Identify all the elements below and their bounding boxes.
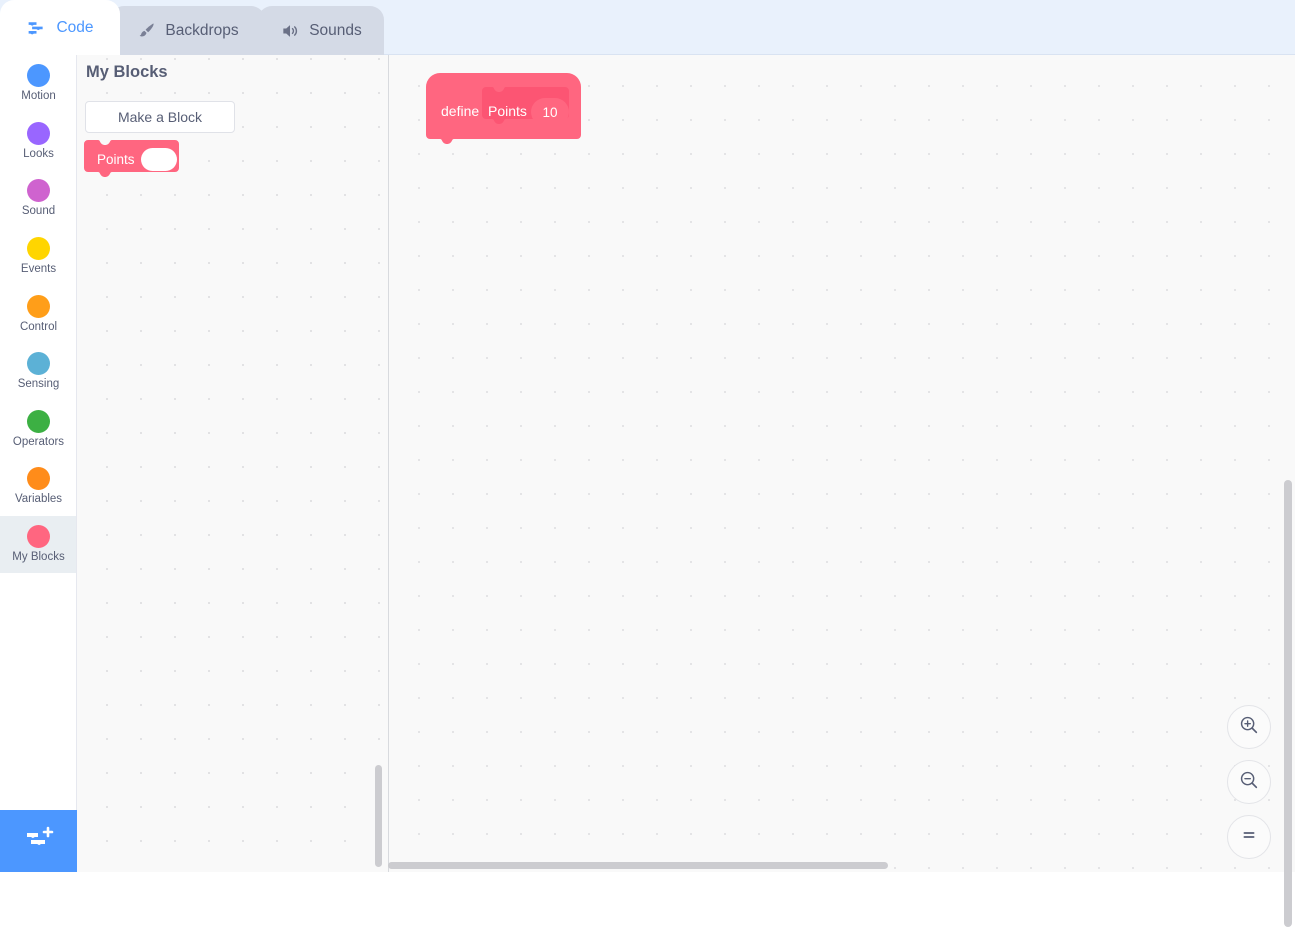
zoom-in-button[interactable] xyxy=(1227,705,1271,749)
zoom-reset-icon xyxy=(1238,824,1260,851)
workspace-horizontal-scrollbar[interactable] xyxy=(388,862,888,869)
procedure-name-label: Points xyxy=(488,103,527,119)
code-blocks-icon xyxy=(26,17,47,38)
tab-backdrops-label: Backdrops xyxy=(165,22,238,40)
zoom-reset-button[interactable] xyxy=(1227,815,1271,859)
tab-code-label: Code xyxy=(56,19,93,37)
speaker-icon xyxy=(280,21,300,41)
sidebar-item-events[interactable]: Events xyxy=(0,228,77,286)
palette-block-label: Points xyxy=(97,152,135,167)
sidebar-item-label: Control xyxy=(20,321,57,334)
define-block-points[interactable]: define Points 10 xyxy=(426,73,581,149)
operators-color-dot xyxy=(27,410,50,433)
sidebar-item-sensing[interactable]: Sensing xyxy=(0,343,77,401)
zoom-controls xyxy=(1227,705,1271,859)
looks-color-dot xyxy=(27,122,50,145)
sidebar-item-motion[interactable]: Motion xyxy=(0,55,77,113)
paintbrush-icon xyxy=(136,21,156,41)
define-keyword-label: define xyxy=(441,103,479,119)
add-extension-icon xyxy=(23,825,55,858)
sidebar-item-variables[interactable]: Variables xyxy=(0,458,77,516)
zoom-out-icon xyxy=(1238,769,1260,796)
sidebar-item-label: Sound xyxy=(22,205,55,218)
sidebar-item-looks[interactable]: Looks xyxy=(0,113,77,171)
sidebar-item-label: Events xyxy=(21,263,56,276)
tab-code[interactable]: Code xyxy=(0,0,120,55)
category-sidebar: Motion Looks Sound Events Control Sensin… xyxy=(0,55,77,872)
sidebar-item-label: Variables xyxy=(15,493,62,506)
palette-category-title: My Blocks xyxy=(86,63,168,82)
add-extension-button[interactable] xyxy=(0,810,77,872)
sidebar-item-sound[interactable]: Sound xyxy=(0,170,77,228)
zoom-out-button[interactable] xyxy=(1227,760,1271,804)
sidebar-item-label: Looks xyxy=(23,148,54,161)
palette-vertical-scrollbar[interactable] xyxy=(375,765,382,867)
make-a-block-button[interactable]: Make a Block xyxy=(85,101,235,133)
code-workspace[interactable]: define Points 10 xyxy=(390,55,1295,872)
tab-bar: Code Backdrops Sounds xyxy=(0,0,1295,55)
variables-color-dot xyxy=(27,467,50,490)
editor-body: Motion Looks Sound Events Control Sensin… xyxy=(0,55,1295,872)
sound-color-dot xyxy=(27,179,50,202)
zoom-in-icon xyxy=(1238,714,1260,741)
tab-sounds-label: Sounds xyxy=(309,22,362,40)
motion-color-dot xyxy=(27,64,50,87)
sidebar-item-label: My Blocks xyxy=(12,551,64,564)
sidebar-item-operators[interactable]: Operators xyxy=(0,401,77,459)
procedure-argument-10[interactable]: 10 xyxy=(531,98,569,126)
events-color-dot xyxy=(27,237,50,260)
sensing-color-dot xyxy=(27,352,50,375)
sidebar-item-label: Operators xyxy=(13,436,64,449)
palette-block-input[interactable] xyxy=(141,148,177,171)
palette-block-points[interactable]: Points xyxy=(84,140,179,180)
sidebar-item-my-blocks[interactable]: My Blocks xyxy=(0,516,77,574)
sidebar-item-label: Sensing xyxy=(18,378,60,391)
control-color-dot xyxy=(27,295,50,318)
tab-backdrops[interactable]: Backdrops xyxy=(110,6,265,55)
sidebar-item-control[interactable]: Control xyxy=(0,285,77,343)
my-blocks-color-dot xyxy=(27,525,50,548)
tab-sounds[interactable]: Sounds xyxy=(258,6,384,55)
block-palette: My Blocks Make a Block Points xyxy=(77,55,389,872)
workspace-vertical-scrollbar[interactable] xyxy=(1284,480,1292,927)
sidebar-item-label: Motion xyxy=(21,90,56,103)
